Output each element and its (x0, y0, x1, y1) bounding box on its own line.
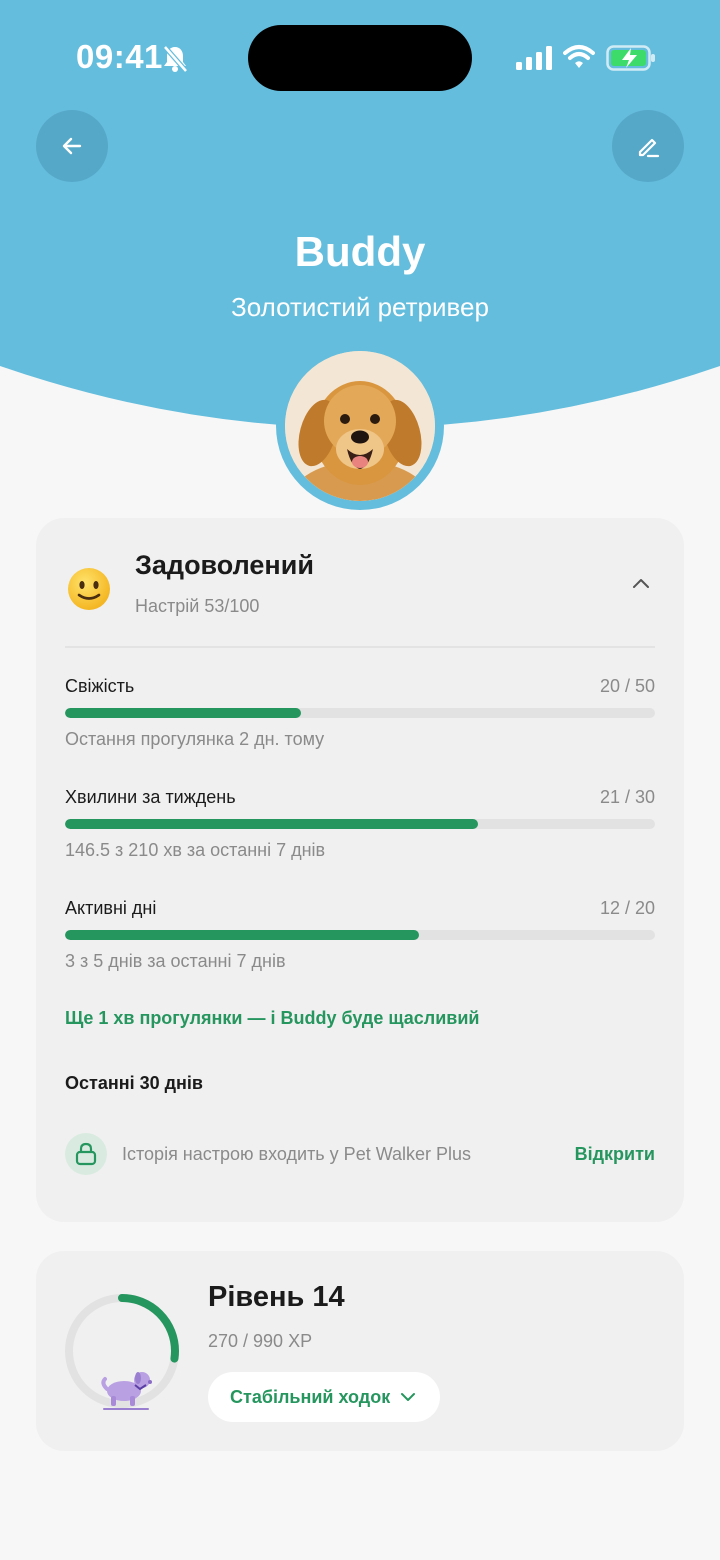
lock-badge (65, 1133, 107, 1175)
progress-fill (65, 819, 478, 829)
metric-label: Свіжість (65, 676, 135, 696)
pencil-icon (638, 138, 660, 158)
rank-dropdown[interactable]: Стабільний ходок (208, 1372, 441, 1422)
mood-score: Настрій 53/100 (135, 596, 260, 616)
progress-fill (65, 930, 419, 940)
metric-value: 20 / 50 (599, 676, 655, 696)
premium-lock-text: Історія настрою входить у Pet Walker Plu… (122, 1144, 472, 1164)
metric-note: Остання прогулянка 2 дн. тому (65, 729, 325, 749)
metric-value: 21 / 30 (599, 787, 655, 807)
edit-button[interactable] (612, 110, 684, 182)
smile-icon (66, 566, 112, 617)
progress-bar (65, 708, 655, 718)
mood-hint: Ще 1 хв прогулянки — і Buddy буде щаслив… (65, 1008, 480, 1028)
rank-label: Стабільний ходок (230, 1386, 391, 1407)
level-xp: 270 / 990 XP (208, 1331, 313, 1351)
signal-icon (516, 46, 552, 75)
level-title: Рівень 14 (208, 1281, 345, 1313)
mood-card: Задоволений Настрій 53/100 Свіжість 20 /… (36, 518, 684, 1222)
metric-label: Активні дні (65, 898, 157, 918)
progress-bar (65, 930, 655, 940)
metric-label: Хвилини за тиждень (65, 787, 236, 807)
divider (65, 646, 655, 648)
dynamic-island (248, 25, 472, 91)
chevron-down-icon (401, 1393, 416, 1401)
arrow-left-icon (62, 137, 82, 155)
lock-icon (75, 1142, 97, 1166)
battery-charging-icon (606, 45, 656, 76)
pet-breed: Золотистий ретривер (231, 292, 489, 322)
metric-value: 12 / 20 (599, 898, 655, 918)
chevron-up-icon[interactable] (632, 576, 650, 594)
progress-fill (65, 708, 301, 718)
back-button[interactable] (36, 110, 108, 182)
status-bar: 09:41 (0, 0, 720, 110)
bell-off-icon (162, 44, 188, 79)
wifi-icon (563, 44, 595, 75)
history-title: Останні 30 днів (65, 1073, 203, 1093)
open-plus-link[interactable]: Відкрити (575, 1144, 655, 1165)
level-progress-ring (64, 1293, 184, 1418)
metric-note: 3 з 5 днів за останні 7 днів (65, 951, 286, 971)
status-time: 09:41 (76, 38, 163, 75)
mood-title: Задоволений (135, 550, 314, 580)
pet-avatar[interactable] (285, 351, 435, 501)
metric-note: 146.5 з 210 хв за останні 7 днів (65, 840, 326, 860)
level-card: Рівень 14 270 / 990 XP Стабільний ходок (36, 1251, 684, 1451)
progress-bar (65, 819, 655, 829)
pet-name: Buddy (294, 228, 426, 275)
